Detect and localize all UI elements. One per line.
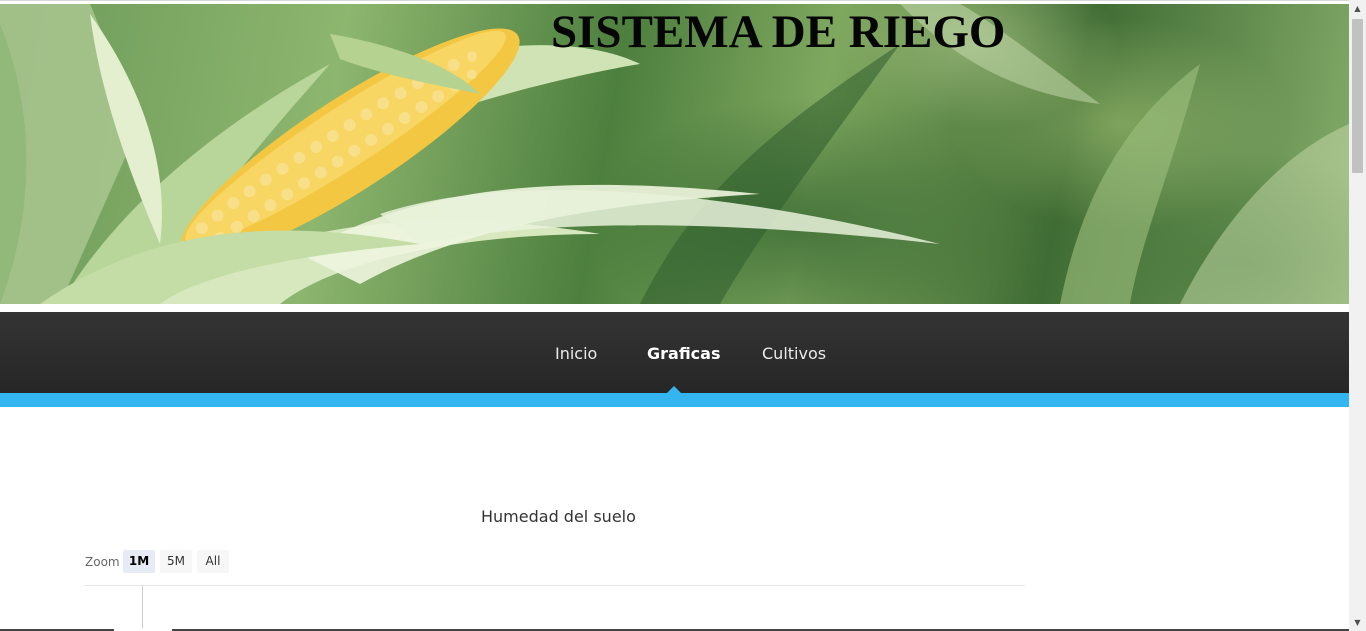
chart-separator	[85, 585, 1025, 586]
zoom-all-button[interactable]: All	[197, 550, 229, 573]
zoom-label: Zoom	[85, 555, 120, 569]
triangle-down-icon[interactable]: ▼	[1349, 614, 1366, 631]
chart-title: Humedad del suelo	[481, 507, 636, 526]
header-banner: SISTEMA DE RIEGO	[0, 4, 1349, 304]
nav-accent-bar	[0, 393, 1349, 407]
zoom-5m-button[interactable]: 5M	[160, 550, 192, 573]
chart-y-axis	[142, 586, 143, 631]
nav-item-cultivos[interactable]: Cultivos	[762, 344, 826, 364]
nav-item-inicio[interactable]: Inicio	[555, 344, 597, 364]
active-nav-caret-icon	[667, 386, 681, 393]
site-title: SISTEMA DE RIEGO	[551, 6, 1006, 58]
zoom-1m-button[interactable]: 1M	[123, 550, 155, 573]
banner-nav-gap	[0, 304, 1349, 312]
main-nav: Inicio Graficas Cultivos	[0, 312, 1349, 393]
scrollbar-thumb[interactable]	[1352, 19, 1363, 173]
vertical-scrollbar[interactable]: ▲ ▼	[1349, 0, 1366, 631]
nav-item-graficas[interactable]: Graficas	[647, 344, 720, 364]
triangle-up-icon[interactable]: ▲	[1349, 0, 1366, 17]
